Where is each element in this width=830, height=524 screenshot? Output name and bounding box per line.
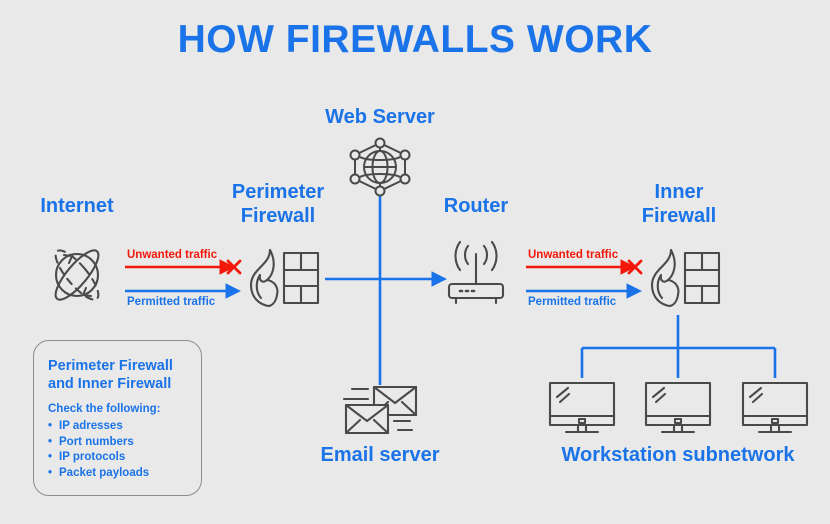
email-server-label: Email server xyxy=(320,444,440,466)
legend-title: Perimeter Firewall and Inner Firewall xyxy=(48,358,173,392)
monitor-icon-2 xyxy=(644,381,712,434)
permitted-traffic-label-inner: Permitted traffic xyxy=(528,296,617,308)
firewall-flame-brick-icon-perimeter xyxy=(249,248,320,308)
unwanted-traffic-label-inner: Unwanted traffic xyxy=(528,249,619,261)
diagram-canvas: HOW FIREWALLS WORK Internet Perimeter Fi… xyxy=(0,0,830,524)
legend-subtitle: Check the following: xyxy=(48,403,161,415)
router-label: Router xyxy=(443,195,509,217)
unwanted-traffic-label-perimeter: Unwanted traffic xyxy=(127,249,218,261)
legend-item: IP adresses xyxy=(48,419,149,435)
legend-list: IP adresses Port numbers IP protocols Pa… xyxy=(48,419,149,481)
firewall-flame-brick-icon-inner xyxy=(650,248,721,308)
blocked-x-inner xyxy=(627,259,643,275)
globe-network-hexagon-icon xyxy=(349,137,411,197)
blocked-x-perimeter xyxy=(226,259,242,275)
globe-orbit-icon xyxy=(54,249,100,301)
workstation-subnetwork-label: Workstation subnetwork xyxy=(561,444,795,466)
legend-item: Packet payloads xyxy=(48,466,149,482)
monitor-icon-3 xyxy=(741,381,809,434)
web-server-label: Web Server xyxy=(325,106,435,128)
router-antenna-icon xyxy=(447,240,505,305)
monitor-icon-1 xyxy=(548,381,616,434)
internet-label: Internet xyxy=(40,195,114,217)
legend-item: IP protocols xyxy=(48,450,149,466)
perimeter-firewall-label: Perimeter Firewall xyxy=(231,181,325,227)
inner-firewall-label: Inner Firewall xyxy=(641,181,717,227)
permitted-traffic-label-perimeter: Permitted traffic xyxy=(127,296,216,308)
envelopes-icon xyxy=(342,385,418,435)
legend-item: Port numbers xyxy=(48,435,149,451)
